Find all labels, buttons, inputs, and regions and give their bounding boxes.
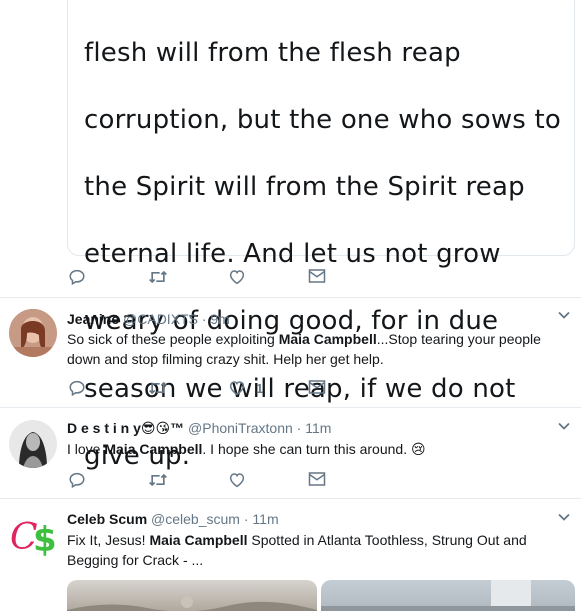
caret-down-icon[interactable] — [557, 419, 571, 438]
reply-icon — [68, 379, 86, 397]
reply-icon — [68, 268, 86, 286]
timestamp[interactable]: 11m — [305, 420, 331, 436]
like-icon — [228, 471, 246, 489]
retweet-button[interactable] — [148, 268, 168, 286]
media-image[interactable] — [67, 580, 317, 611]
reply-button[interactable] — [68, 379, 86, 397]
tweet-header: D e s t i n y😎😘™ @PhoniTraxtonn · 11m — [67, 420, 331, 437]
direct-message-button[interactable] — [308, 379, 326, 395]
reply-button[interactable] — [68, 471, 86, 489]
reply-button[interactable] — [68, 268, 86, 286]
avatar[interactable] — [9, 309, 57, 357]
separator-dot: · — [243, 511, 249, 527]
direct-message-icon — [308, 268, 326, 284]
name-emoji: 😎😘™ — [140, 420, 185, 436]
media-image[interactable] — [321, 580, 575, 611]
retweet-icon — [148, 379, 168, 397]
quoted-line: the Spirit will from the Spirit reap — [84, 171, 525, 202]
like-button[interactable] — [228, 471, 246, 489]
retweet-button[interactable] — [148, 471, 168, 489]
mention-bold: Maia Campbell — [278, 331, 377, 347]
mention-bold: Maia Campbell — [149, 532, 248, 548]
avatar[interactable]: C $ — [9, 511, 59, 559]
user-handle[interactable]: @PhoniTraxtonn — [188, 420, 293, 436]
user-handle[interactable]: @celeb_scum — [151, 511, 240, 527]
direct-message-button[interactable] — [308, 471, 326, 487]
retweet-icon — [148, 471, 168, 489]
tweet[interactable]: D e s t i n y😎😘™ @PhoniTraxtonn · 11m I … — [0, 408, 581, 498]
caret-down-icon[interactable] — [557, 308, 571, 327]
separator-dot: · — [201, 311, 207, 327]
caret-down-icon[interactable] — [557, 510, 571, 529]
like-count: 1 — [256, 380, 264, 396]
like-button[interactable] — [228, 268, 246, 286]
quoted-line: eternal life. And let us not grow — [84, 239, 501, 270]
quoted-line: corruption, but the one who sows to — [84, 104, 562, 135]
direct-message-icon — [308, 471, 326, 487]
tweet-actions — [68, 471, 368, 491]
tweet[interactable]: Jeanine @CADIXTS · 9m So sick of these p… — [0, 298, 581, 407]
like-icon — [228, 268, 246, 286]
display-name[interactable]: D e s t i n y — [67, 420, 141, 436]
tweet-text: So sick of these people exploiting Maia … — [67, 331, 541, 367]
tweet-text: I love Maia Campbell. I hope she can tur… — [67, 441, 426, 457]
reply-icon — [68, 471, 86, 489]
like-button[interactable]: 1 — [228, 379, 263, 397]
logo-dollar: $ — [33, 520, 57, 559]
tweet-actions: 1 — [68, 379, 368, 399]
avatar[interactable] — [9, 420, 57, 468]
mention-bold: Maia Campbell — [104, 441, 203, 457]
tweet-header: Celeb Scum @celeb_scum · 11m — [67, 511, 279, 527]
display-name[interactable]: Celeb Scum — [67, 511, 147, 527]
tweet-header: Jeanine @CADIXTS · 9m — [67, 311, 230, 327]
timestamp[interactable]: 9m — [210, 311, 229, 327]
timestamp[interactable]: 11m — [252, 511, 278, 527]
tweet-actions — [68, 268, 368, 288]
tweet-text: Fix It, Jesus! Maia Campbell Spotted in … — [67, 532, 527, 568]
retweet-button[interactable] — [148, 379, 168, 397]
display-name[interactable]: Jeanine — [67, 311, 119, 327]
retweet-icon — [148, 268, 168, 286]
separator-dot: · — [296, 420, 302, 436]
user-handle[interactable]: @CADIXTS — [123, 311, 198, 327]
direct-message-icon — [308, 379, 326, 395]
like-icon — [228, 379, 246, 397]
quoted-line: flesh will from the flesh reap — [84, 37, 461, 68]
crying-emoji: 😢 — [410, 441, 426, 457]
direct-message-button[interactable] — [308, 268, 326, 284]
